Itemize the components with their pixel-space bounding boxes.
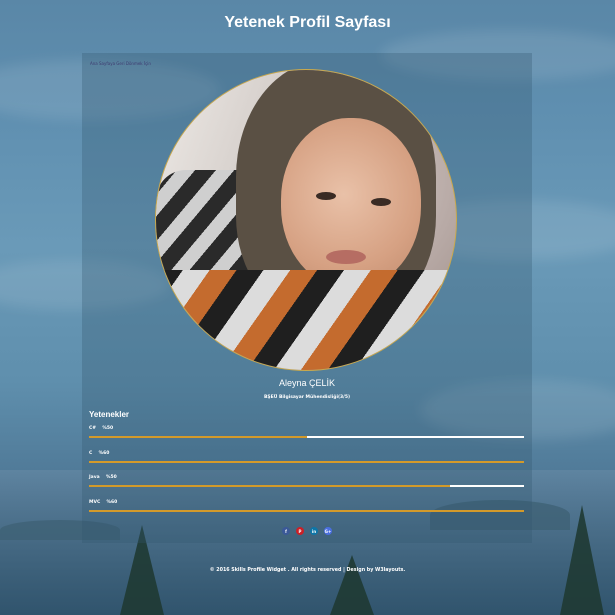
pinterest-icon[interactable]: P: [296, 527, 304, 535]
skill-row: C %60: [89, 451, 524, 463]
skill-bar-fill: [89, 436, 307, 438]
facebook-icon[interactable]: f: [282, 527, 290, 535]
skill-bar-fill: [89, 485, 451, 487]
skill-bar: [89, 485, 524, 487]
skill-label: C# %50: [89, 426, 114, 431]
page-title: Yetenek Profil Sayfası: [224, 14, 391, 31]
skill-row: MVC %60: [89, 500, 524, 512]
skill-bar-fill: [89, 510, 524, 512]
social-links: f P in G+: [82, 527, 532, 535]
google-plus-icon[interactable]: G+: [324, 527, 332, 535]
profile-subtitle: BŞEÜ Bilgisayar Mühendisliği(3/5): [263, 395, 351, 400]
skill-bar-fill: [89, 461, 524, 463]
skill-bar: [89, 510, 524, 512]
profile-card: Ana Sayfaya Geri Dönmek İçin Aleyna ÇELİ…: [82, 53, 532, 543]
linkedin-icon[interactable]: in: [310, 527, 318, 535]
skill-row: Java %50: [89, 475, 524, 487]
profile-name: Aleyna ÇELİK: [278, 378, 336, 388]
skills-heading: Yetenekler: [89, 410, 130, 419]
back-home-link[interactable]: Ana Sayfaya Geri Dönmek İçin: [90, 61, 151, 66]
skill-label: MVC %60: [89, 500, 118, 505]
footer-copyright: © 2016 Skills Profile Widget . All right…: [209, 568, 406, 573]
profile-photo: [155, 69, 457, 371]
skill-label: C %60: [89, 451, 110, 456]
skill-label: Java %50: [89, 475, 117, 480]
skill-row: C# %50: [89, 426, 524, 438]
skill-bar: [89, 461, 524, 463]
skill-bar: [89, 436, 524, 438]
